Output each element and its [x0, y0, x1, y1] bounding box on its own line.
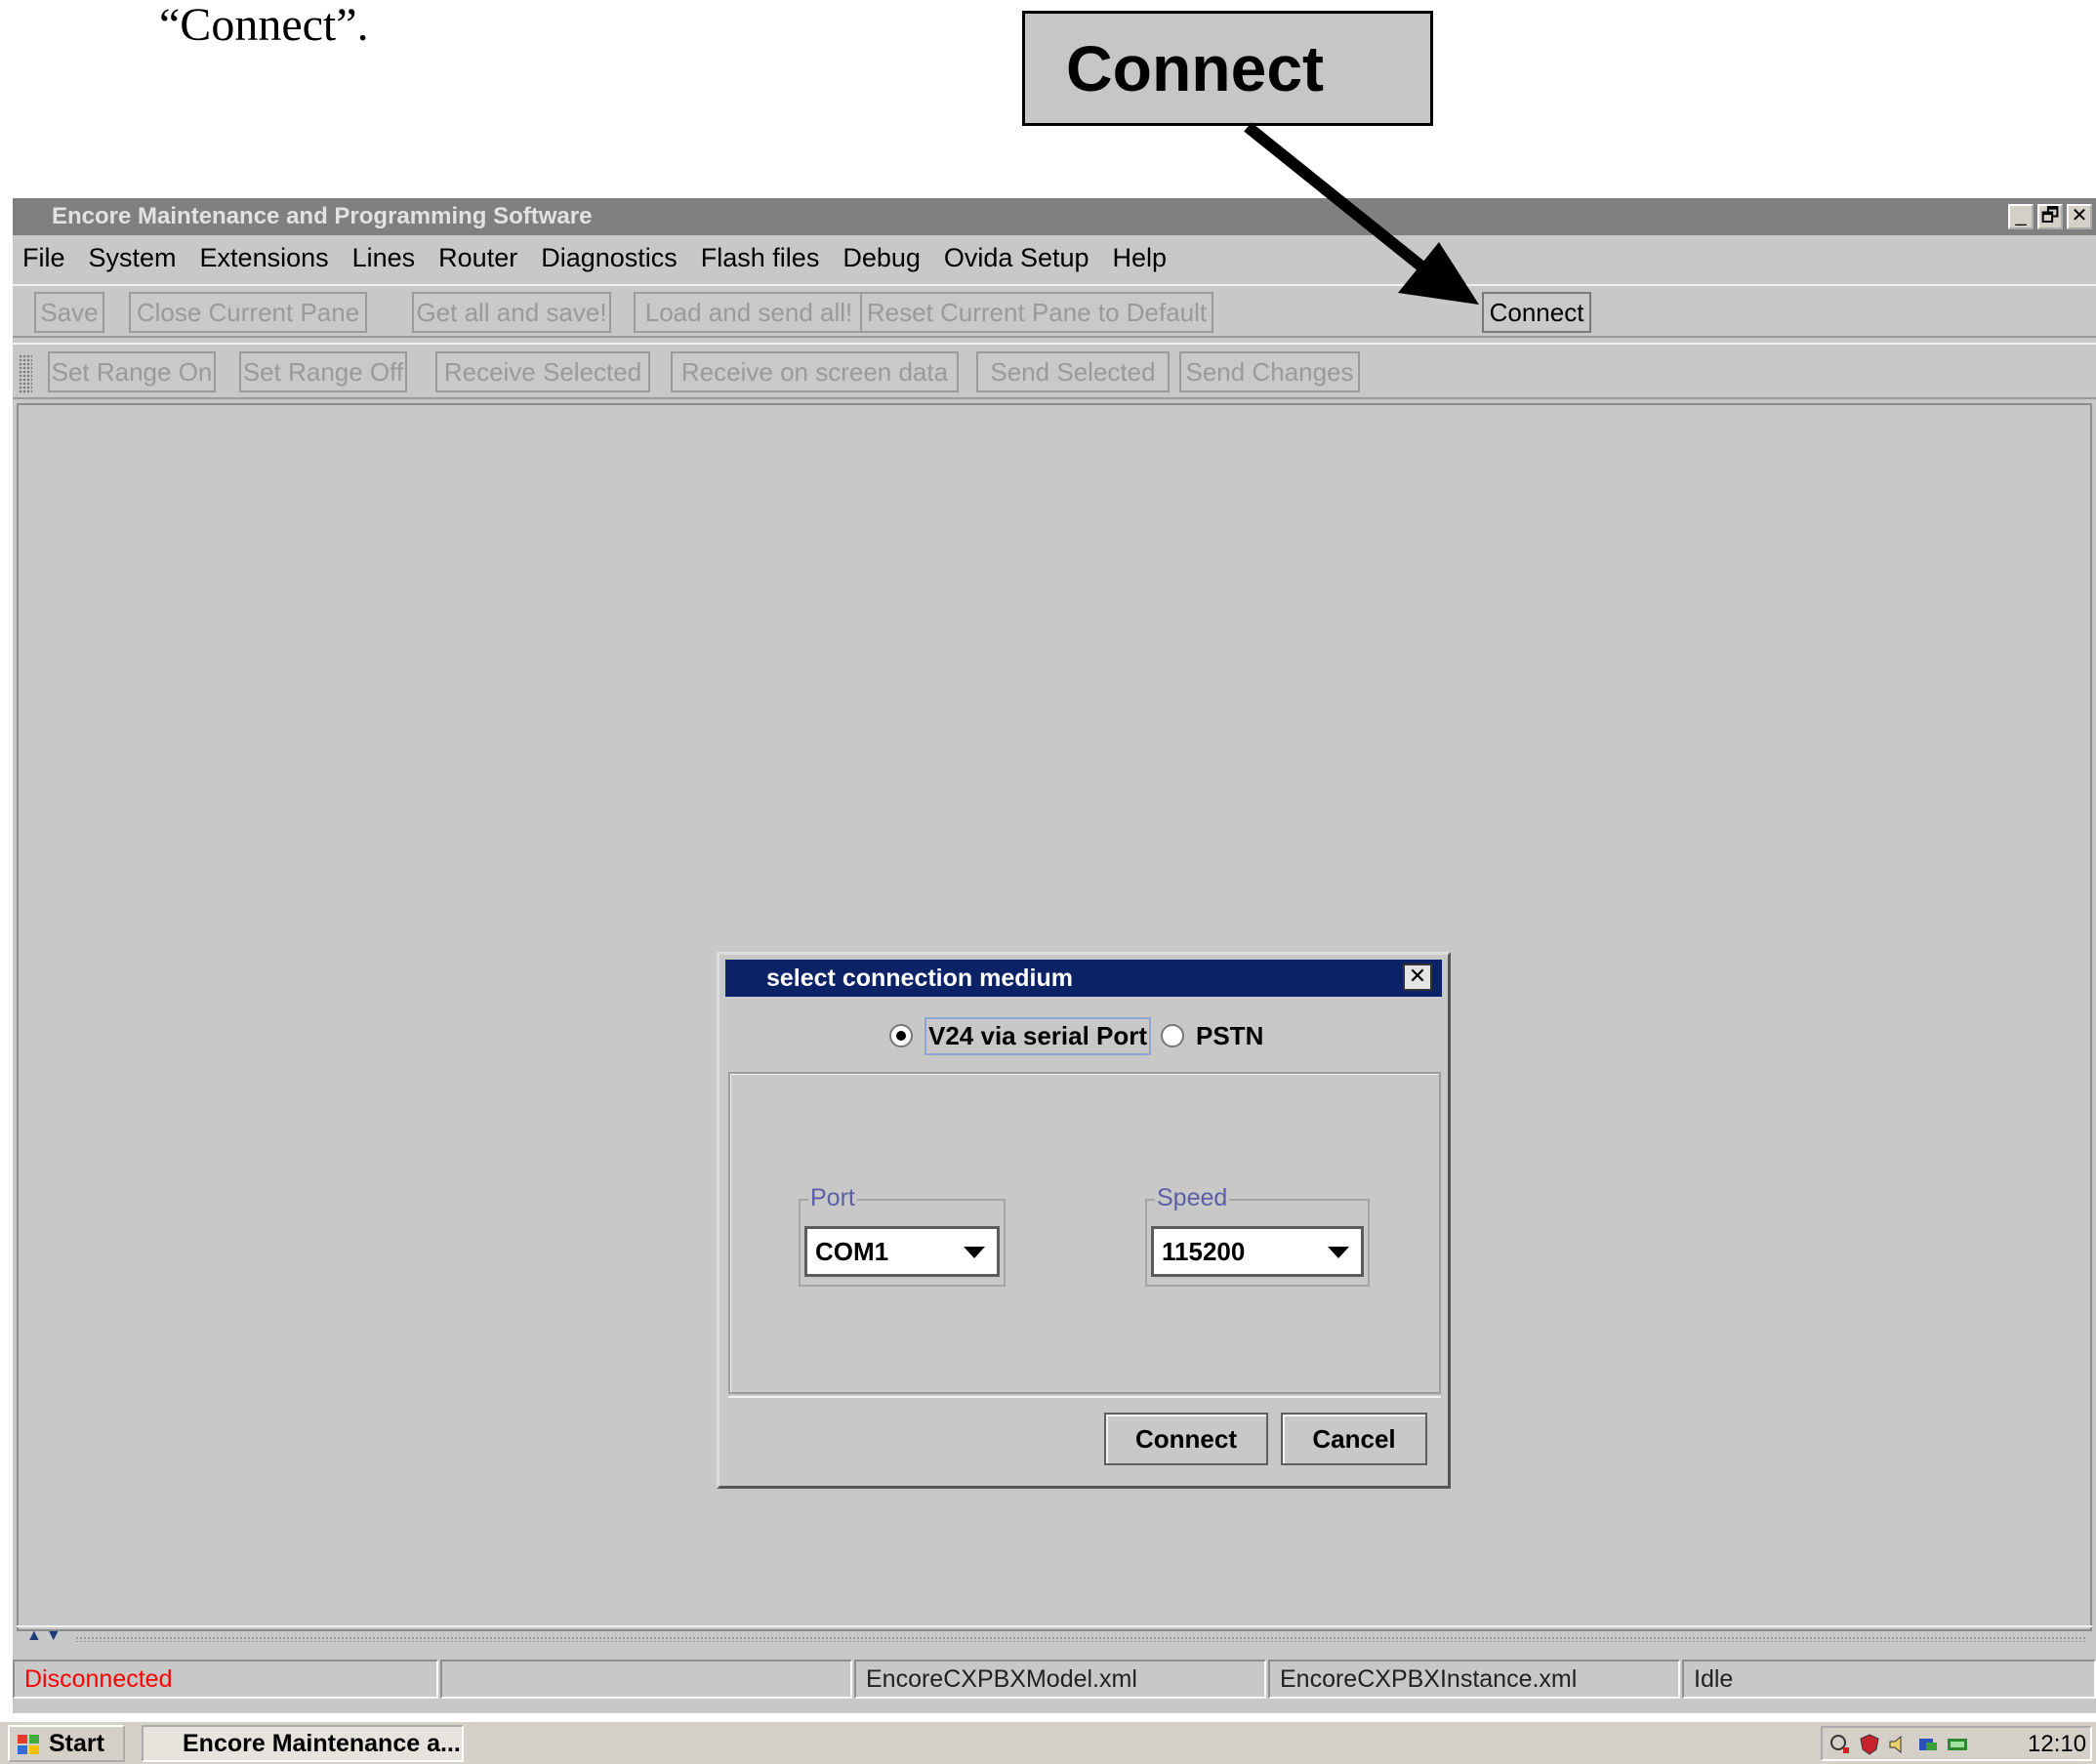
minimize-button[interactable]: _ — [2008, 204, 2034, 229]
shield-icon[interactable] — [1858, 1733, 1881, 1756]
display-icon[interactable] — [1946, 1733, 1969, 1756]
pane-splitter[interactable]: ▲▼ — [17, 1625, 2092, 1647]
data-toolbar: Set Range On Set Range Off Receive Selec… — [13, 343, 2096, 399]
speed-label: Speed — [1155, 1184, 1230, 1212]
receive-selected-button[interactable]: Receive Selected — [435, 351, 650, 392]
connection-status: Disconnected — [13, 1660, 438, 1699]
radio-pstn[interactable] — [1161, 1024, 1184, 1047]
reset-current-pane-button[interactable]: Reset Current Pane to Default — [860, 292, 1213, 333]
restore-button[interactable]: 🗗 — [2037, 204, 2063, 229]
speed-select[interactable]: 115200 — [1151, 1226, 1364, 1277]
taskbar: Start Encore Maintenance a... 12:10 — [0, 1720, 2096, 1764]
menu-ovida-setup[interactable]: Ovida Setup — [932, 243, 1101, 273]
windows-logo-icon — [18, 1735, 39, 1754]
port-group: Port COM1 — [799, 1184, 1006, 1287]
connection-icon[interactable] — [1916, 1733, 1940, 1756]
speed-group: Speed 115200 — [1145, 1184, 1370, 1287]
document-caption: “Connect”. — [159, 0, 369, 51]
port-value: COM1 — [815, 1237, 889, 1266]
close-current-pane-button[interactable]: Close Current Pane — [129, 292, 367, 333]
settings-panel: Port COM1 Speed 115200 — [728, 1072, 1441, 1394]
connection-dialog: select connection medium ✕ V24 via seria… — [717, 952, 1451, 1489]
radio-pstn-option[interactable]: PSTN — [1161, 1016, 1263, 1055]
speed-value: 115200 — [1162, 1237, 1246, 1266]
get-all-and-save-button[interactable]: Get all and save! — [412, 292, 611, 333]
dialog-connect-button[interactable]: Connect — [1104, 1413, 1268, 1465]
dialog-cancel-button[interactable]: Cancel — [1281, 1413, 1427, 1465]
radio-pstn-label[interactable]: PSTN — [1196, 1021, 1263, 1051]
menu-debug[interactable]: Debug — [831, 243, 932, 273]
menu-help[interactable]: Help — [1101, 243, 1179, 273]
start-label: Start — [49, 1730, 104, 1757]
system-tray: 12:10 — [1821, 1726, 2092, 1761]
dialog-separator — [728, 1396, 1441, 1398]
radio-v24-option[interactable]: V24 via serial Port — [889, 1016, 1152, 1055]
menu-lines[interactable]: Lines — [341, 243, 428, 273]
save-button[interactable]: Save — [34, 292, 104, 333]
menu-diagnostics[interactable]: Diagnostics — [529, 243, 689, 273]
menu-system[interactable]: System — [77, 243, 188, 273]
connect-button[interactable]: Connect — [1482, 292, 1591, 333]
port-label: Port — [808, 1184, 857, 1212]
menu-file[interactable]: File — [13, 243, 77, 273]
splitter-grip — [75, 1636, 2086, 1642]
taskbar-item-encore[interactable]: Encore Maintenance a... — [142, 1725, 464, 1762]
app-window: Encore Maintenance and Programming Softw… — [13, 198, 2096, 1713]
menu-bar: File System Extensions Lines Router Diag… — [13, 237, 2096, 278]
close-window-button[interactable]: ✕ — [2067, 204, 2092, 229]
send-selected-button[interactable]: Send Selected — [976, 351, 1170, 392]
send-changes-button[interactable]: Send Changes — [1179, 351, 1360, 392]
set-range-off-button[interactable]: Set Range Off — [239, 351, 407, 392]
window-title: Encore Maintenance and Programming Softw… — [52, 203, 593, 229]
connect-callout-label: Connect — [1066, 32, 1324, 104]
main-toolbar: Save Close Current Pane Get all and save… — [13, 284, 2096, 338]
radio-v24-label[interactable]: V24 via serial Port — [925, 1016, 1152, 1055]
taskbar-item-label: Encore Maintenance a... — [183, 1730, 461, 1757]
chevron-down-icon[interactable] — [964, 1247, 985, 1258]
set-range-on-button[interactable]: Set Range On — [48, 351, 216, 392]
dialog-title: select connection medium — [766, 964, 1073, 992]
instance-file-status: EncoreCXPBXInstance.xml — [1268, 1660, 1680, 1699]
menu-router[interactable]: Router — [427, 243, 529, 273]
menu-extensions[interactable]: Extensions — [188, 243, 341, 273]
activity-status: Idle — [1682, 1660, 2096, 1699]
menu-flash-files[interactable]: Flash files — [689, 243, 832, 273]
chevron-down-icon[interactable] — [1328, 1247, 1349, 1258]
connect-callout: Connect — [1022, 11, 1433, 126]
clock[interactable]: 12:10 — [2028, 1728, 2086, 1761]
port-select[interactable]: COM1 — [804, 1226, 1000, 1277]
load-and-send-all-button[interactable]: Load and send all! — [634, 292, 864, 333]
progress-status — [440, 1660, 852, 1699]
window-title-bar[interactable]: Encore Maintenance and Programming Softw… — [13, 198, 2096, 235]
network-icon[interactable] — [1829, 1733, 1852, 1756]
model-file-status: EncoreCXPBXModel.xml — [854, 1660, 1266, 1699]
volume-icon[interactable] — [1887, 1733, 1911, 1756]
connection-status-text: Disconnected — [24, 1665, 173, 1693]
radio-v24[interactable] — [889, 1024, 913, 1047]
dialog-close-button[interactable]: ✕ — [1403, 964, 1432, 991]
splitter-arrows-icon[interactable]: ▲▼ — [26, 1627, 65, 1645]
receive-on-screen-data-button[interactable]: Receive on screen data — [671, 351, 959, 392]
status-bar: Disconnected EncoreCXPBXModel.xml Encore… — [13, 1660, 2096, 1701]
toolbar-grip[interactable] — [19, 354, 32, 393]
start-button[interactable]: Start — [8, 1725, 125, 1762]
dialog-title-bar[interactable]: select connection medium — [725, 960, 1442, 997]
